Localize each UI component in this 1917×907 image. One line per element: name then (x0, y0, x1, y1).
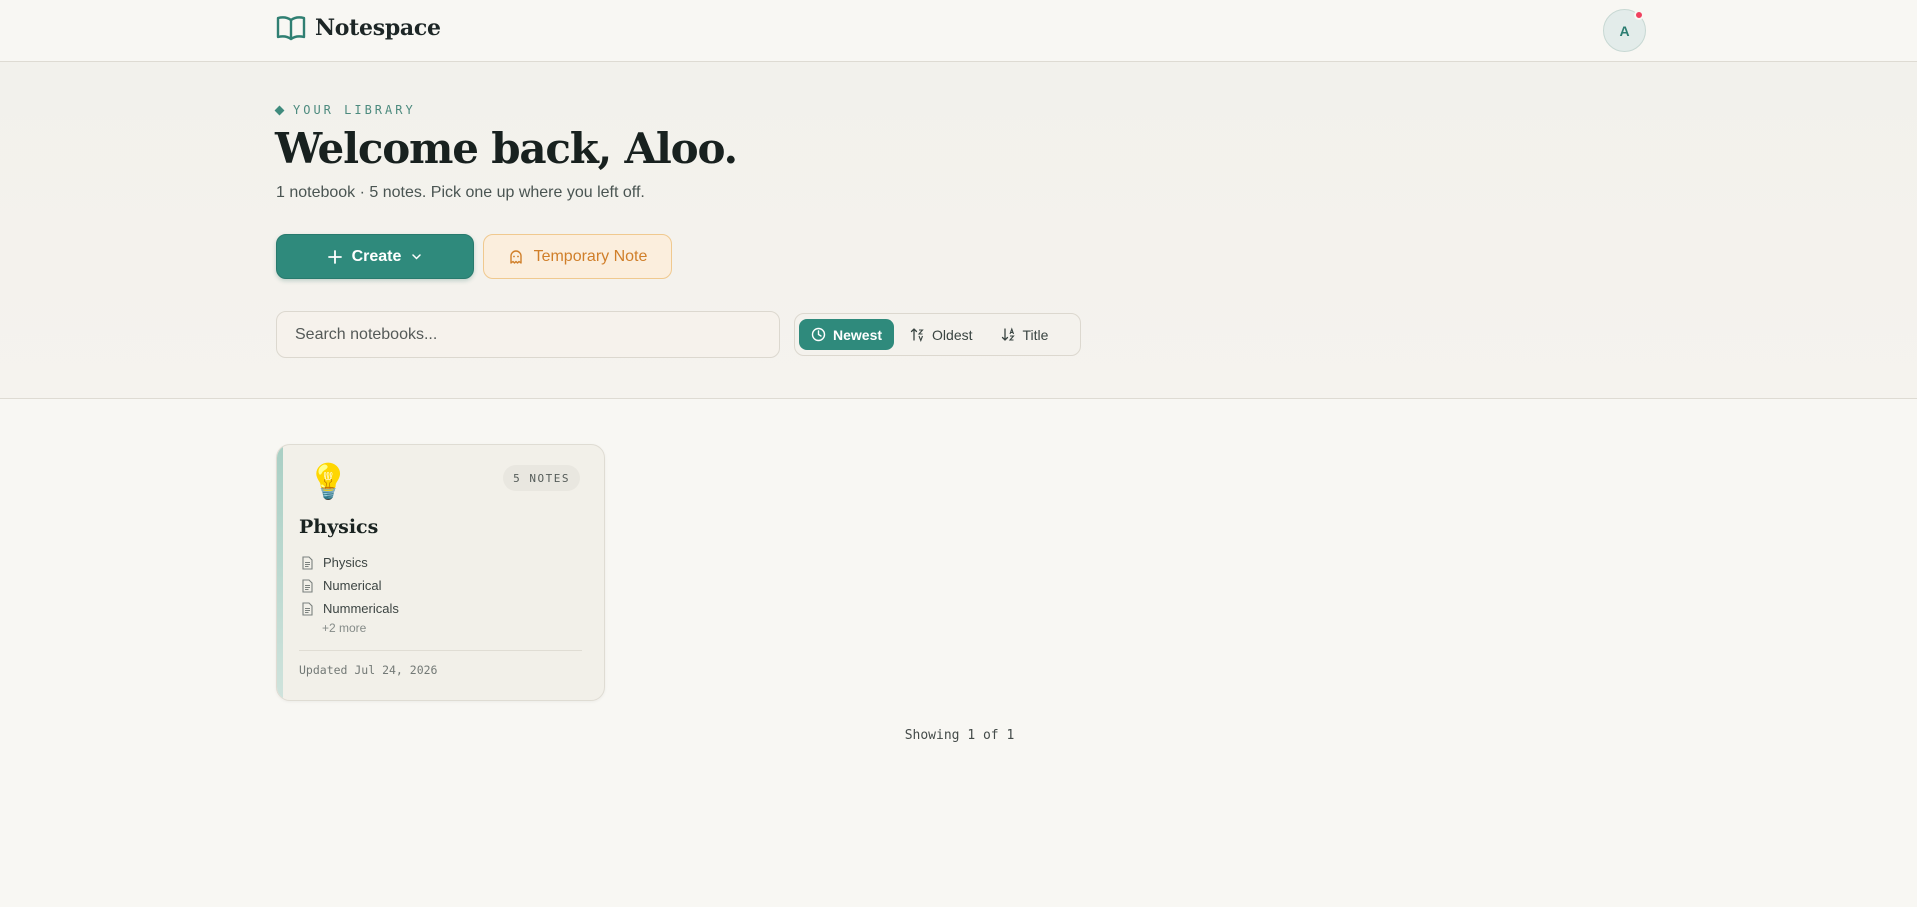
sort-title-button[interactable]: Title (989, 319, 1061, 350)
sort-newest-label: Newest (833, 326, 883, 343)
updated-timestamp: Updated Jul 24, 2026 (299, 663, 438, 677)
library-hero: YOUR LIBRARY Welcome back, Aloo. 1 noteb… (0, 62, 1917, 399)
plus-icon (327, 249, 342, 264)
notebook-card[interactable]: 💡 5 NOTES Physics Physics Numerical Numm… (276, 444, 605, 701)
section-eyebrow: YOUR LIBRARY (274, 103, 416, 117)
notification-dot (1634, 10, 1644, 20)
diamond-icon (274, 105, 285, 115)
avatar[interactable]: A (1603, 9, 1646, 52)
eyebrow-label: YOUR LIBRARY (293, 103, 416, 117)
chevron-down-icon (412, 254, 422, 260)
search-input[interactable] (276, 311, 780, 358)
temporary-note-button[interactable]: Temporary Note (483, 234, 672, 279)
page-title: Welcome back, Aloo. (275, 124, 738, 173)
card-accent-stripe (277, 445, 283, 700)
app-name: Notespace (315, 15, 441, 41)
app-logo[interactable]: Notespace (276, 14, 441, 42)
notebook-title: Physics (299, 516, 379, 538)
open-book-icon (276, 16, 306, 41)
create-label: Create (351, 247, 402, 265)
library-summary: 1 notebook · 5 notes. Pick one up where … (276, 184, 645, 201)
top-bar: Notespace A (0, 0, 1917, 62)
note-title: Physics (323, 555, 368, 570)
document-icon (302, 578, 313, 593)
sort-oldest-label: Oldest (932, 326, 973, 343)
note-preview-list: Physics Numerical Nummericals (301, 551, 399, 620)
sort-oldest-button[interactable]: Oldest (898, 319, 984, 350)
document-icon (302, 555, 313, 570)
sort-newest-button[interactable]: Newest (799, 319, 895, 350)
document-icon (302, 601, 313, 616)
temporary-note-label: Temporary Note (533, 247, 648, 265)
sort-alpha-icon (1001, 327, 1015, 341)
note-title: Numerical (323, 578, 382, 593)
pagination-status: Showing 1 of 1 (0, 728, 1917, 743)
sort-title-label: Title (1022, 326, 1049, 343)
ghost-icon (509, 249, 522, 264)
sort-toggle-group: Newest Oldest Title (794, 313, 1081, 356)
create-button[interactable]: Create (276, 234, 474, 279)
list-item[interactable]: Numerical (301, 574, 399, 597)
clock-icon (811, 327, 826, 342)
sort-ascending-icon (910, 328, 924, 342)
note-count-badge: 5 NOTES (503, 465, 580, 491)
note-title: Nummericals (323, 601, 399, 616)
list-item[interactable]: Physics (301, 551, 399, 574)
light-bulb-icon: 💡 (307, 463, 350, 501)
more-notes-count: +2 more (322, 621, 367, 635)
pagination-text: Showing 1 of 1 (904, 728, 1015, 743)
list-item[interactable]: Nummericals (301, 597, 399, 620)
avatar-initial: A (1619, 22, 1630, 39)
card-divider (299, 650, 582, 651)
